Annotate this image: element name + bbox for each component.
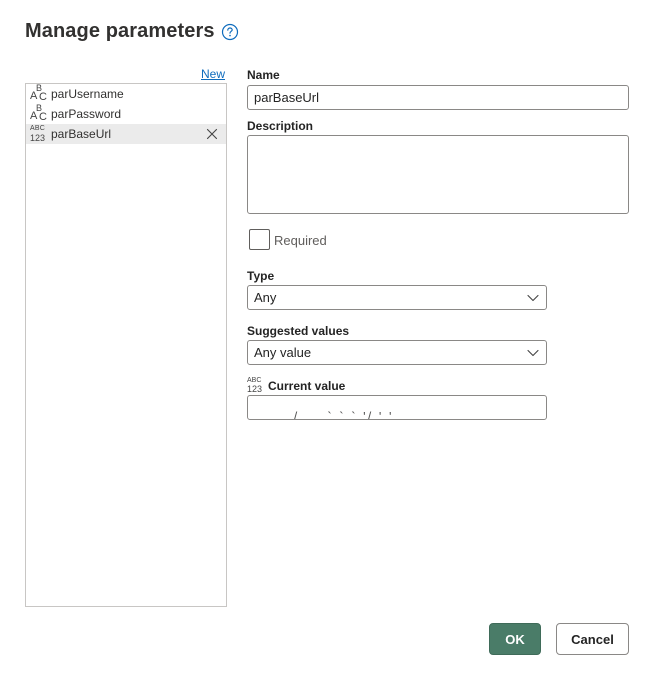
dialog-title: Manage parameters <box>25 20 215 42</box>
cancel-button[interactable]: Cancel <box>556 623 629 655</box>
any-type-icon: ABC 123 <box>247 377 263 394</box>
chevron-down-icon <box>527 294 539 302</box>
parameter-item-parpassword[interactable]: A B C parPassword <box>26 103 226 124</box>
description-textarea[interactable] <box>247 135 629 214</box>
parameter-item-parusername[interactable]: A B C parUsername <box>26 83 226 104</box>
text-type-icon: A B C <box>30 83 47 103</box>
current-value-text: . . , / . . ` ` ` '/ ' ' <box>260 409 394 420</box>
type-selected-value: Any <box>254 290 277 305</box>
name-input[interactable]: parBaseUrl <box>247 85 629 110</box>
required-checkbox[interactable] <box>249 229 270 250</box>
current-value-input[interactable]: . . , / . . ` ` ` '/ ' ' <box>247 395 547 420</box>
type-dropdown[interactable]: Any <box>247 285 547 310</box>
any-type-icon: ABC 123 <box>30 125 46 143</box>
description-label: Description <box>247 119 314 133</box>
current-value-label: Current value <box>268 379 346 393</box>
required-label: Required <box>274 233 327 248</box>
name-label: Name <box>247 68 280 82</box>
parameter-list: A B C parUsername A B C parPassword ABC … <box>25 83 227 607</box>
suggested-selected-value: Any value <box>254 345 312 360</box>
text-type-icon: A B C <box>30 103 47 123</box>
new-parameter-link[interactable]: New <box>201 67 225 81</box>
parameter-label: parUsername <box>51 87 124 101</box>
type-label: Type <box>247 269 275 283</box>
parameter-label: parBaseUrl <box>51 127 112 141</box>
parameter-label: parPassword <box>51 107 122 121</box>
close-icon[interactable] <box>206 128 218 140</box>
suggested-values-dropdown[interactable]: Any value <box>247 340 547 365</box>
suggested-values-label: Suggested values <box>247 324 350 338</box>
ok-button[interactable]: OK <box>489 623 541 655</box>
chevron-down-icon <box>527 349 539 357</box>
parameter-item-parbaseurl[interactable]: ABC 123 parBaseUrl <box>26 124 226 144</box>
question-circle-icon[interactable] <box>221 23 239 41</box>
